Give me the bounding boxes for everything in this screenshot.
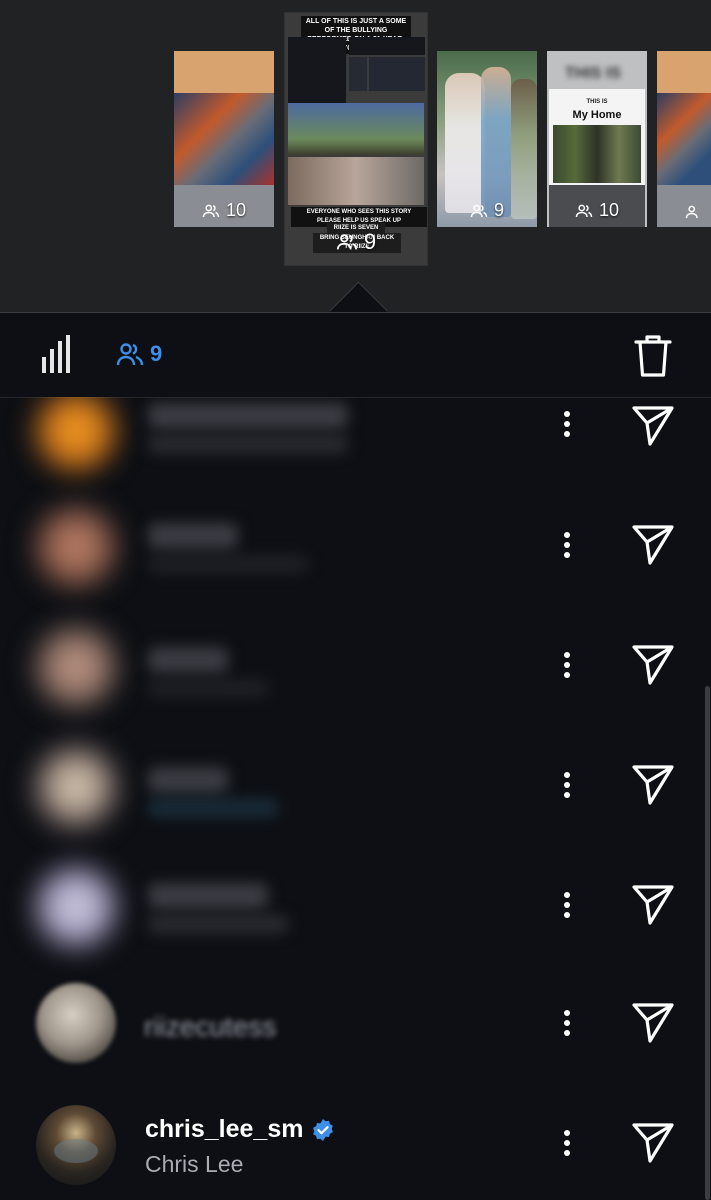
viewer-count-value: 10 [598, 200, 620, 220]
story-thumbnail[interactable]: THIS IS THIS IS My Home 10 [547, 51, 647, 227]
avatar[interactable] [36, 983, 116, 1063]
avatar[interactable] [36, 867, 116, 947]
more-vertical-icon [564, 772, 570, 798]
story-image [657, 51, 711, 93]
send-icon[interactable] [630, 521, 676, 567]
story-thumbnail[interactable] [657, 51, 711, 227]
story-image [288, 157, 424, 205]
viewer-name-blurred [148, 435, 348, 453]
more-options-button[interactable] [552, 763, 582, 807]
more-vertical-icon [564, 652, 570, 678]
viewer-username-blurred [148, 403, 348, 429]
more-options-button[interactable] [552, 402, 582, 446]
viewer-row[interactable] [0, 847, 711, 965]
viewer-count [685, 203, 711, 221]
more-vertical-icon [564, 411, 570, 437]
story-image [288, 37, 346, 113]
verified-badge-icon [313, 1118, 334, 1141]
viewer-row[interactable]: riizecutess [0, 967, 711, 1085]
story-image [481, 67, 511, 217]
avatar[interactable] [36, 627, 116, 707]
viewer-name-blurred [148, 679, 268, 697]
people-icon [575, 204, 593, 217]
story-thumbnail[interactable]: 9 [437, 51, 537, 227]
story-caption: THIS IS [565, 65, 622, 82]
viewer-username-blurred [148, 523, 238, 549]
avatar[interactable] [36, 747, 116, 827]
more-options-button[interactable] [552, 883, 582, 927]
story-image [174, 93, 274, 185]
send-icon[interactable] [630, 402, 676, 448]
people-icon [470, 204, 488, 217]
viewers-count: 9 [150, 341, 163, 366]
story-caption: My Home [572, 109, 622, 121]
viewer-count-value: 10 [225, 200, 247, 220]
viewer-list: riizecutess chris_lee_sm Chris Lee [0, 397, 711, 1200]
more-options-button[interactable] [552, 643, 582, 687]
viewer-row[interactable] [0, 487, 711, 605]
story-insights-toolbar: 9 [0, 312, 711, 398]
send-icon[interactable] [630, 1119, 676, 1165]
story-image [445, 73, 485, 213]
more-vertical-icon [564, 1010, 570, 1036]
viewer-username[interactable]: chris_lee_sm [145, 1115, 335, 1144]
viewer-count-value: 9 [493, 200, 504, 220]
story-image [349, 57, 367, 91]
viewer-full-name: Chris Lee [145, 1151, 244, 1177]
story-image [349, 37, 425, 55]
viewer-count: 9 [437, 200, 537, 221]
username-text: chris_lee_sm [145, 1115, 304, 1143]
people-icon [116, 343, 144, 366]
viewer-count: 9 [285, 229, 427, 255]
story-image [657, 93, 711, 185]
story-image [288, 103, 424, 155]
avatar[interactable] [36, 507, 116, 587]
story-caption: THIS IS [586, 99, 608, 105]
send-icon[interactable] [630, 999, 676, 1045]
more-vertical-icon [564, 532, 570, 558]
viewer-row[interactable] [0, 727, 711, 845]
story-image [553, 125, 641, 183]
viewer-count: 10 [547, 200, 647, 221]
bar-chart-icon[interactable] [40, 335, 74, 373]
viewer-count-value: 9 [363, 229, 377, 254]
story-thumbnail-selected[interactable]: ALL OF THIS IS JUST A SOME OF THE BULLYI… [285, 13, 427, 265]
story-thumbnail[interactable]: 10 [174, 51, 274, 227]
viewer-name-blurred [148, 915, 288, 933]
scrollbar[interactable] [705, 686, 710, 1200]
viewer-row[interactable] [0, 397, 711, 485]
people-icon [202, 204, 220, 217]
more-options-button[interactable] [552, 1001, 582, 1045]
avatar-image [54, 1139, 98, 1163]
more-vertical-icon [564, 1130, 570, 1156]
send-icon[interactable] [630, 761, 676, 807]
viewer-username-blurred [148, 883, 268, 909]
viewer-username-blurred [148, 647, 228, 673]
more-options-button[interactable] [552, 1121, 582, 1165]
send-icon[interactable] [630, 641, 676, 687]
viewer-username-blurred: riizecutess [144, 1011, 277, 1042]
viewer-username-blurred [148, 767, 228, 793]
story-image [174, 51, 274, 93]
people-icon [685, 205, 698, 219]
people-icon [336, 234, 357, 250]
viewer-count: 10 [174, 200, 274, 221]
trash-icon[interactable] [632, 333, 674, 379]
viewer-row[interactable] [0, 607, 711, 725]
story-image [511, 79, 537, 219]
more-vertical-icon [564, 892, 570, 918]
viewer-name-blurred [148, 555, 308, 573]
story-image [369, 57, 425, 91]
send-icon[interactable] [630, 881, 676, 927]
more-options-button[interactable] [552, 523, 582, 567]
tab-viewers[interactable]: 9 [116, 341, 162, 367]
avatar[interactable] [36, 397, 116, 471]
viewer-row[interactable]: chris_lee_sm Chris Lee [0, 1087, 711, 1200]
viewer-name-blurred [148, 799, 278, 817]
avatar[interactable] [36, 1105, 116, 1185]
story-carousel: 10 ALL OF THIS IS JUST A SOME OF THE BUL… [0, 0, 711, 312]
